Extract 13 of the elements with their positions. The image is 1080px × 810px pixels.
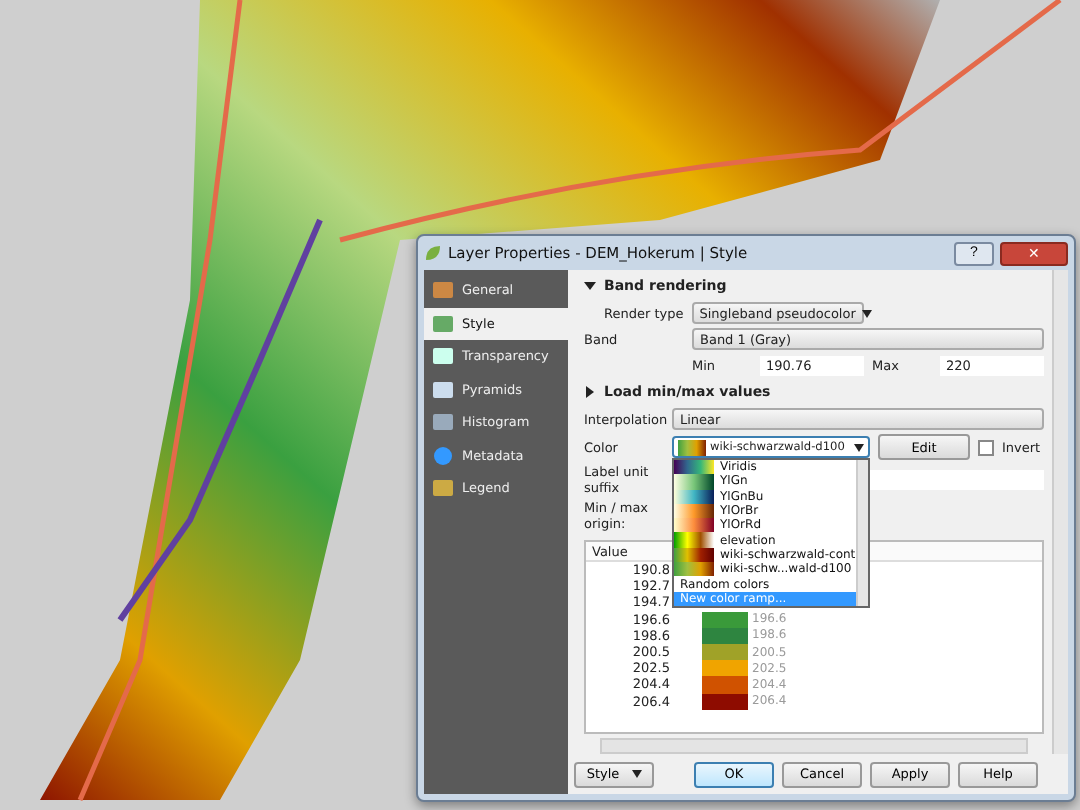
color-swatch[interactable] [702, 676, 748, 693]
color-swatch[interactable] [702, 611, 748, 628]
collapse-arrow-icon[interactable] [584, 280, 596, 292]
color-swatch[interactable] [702, 660, 748, 677]
scrollbar[interactable] [1052, 270, 1068, 754]
expand-arrow-icon[interactable] [584, 386, 596, 398]
scrollbar[interactable] [600, 738, 1028, 754]
caret-icon [861, 309, 872, 317]
caret-icon [854, 443, 864, 451]
invert-checkbox[interactable] [978, 439, 994, 455]
leaf-icon [424, 244, 442, 262]
caret-icon [631, 770, 642, 778]
scrollbar[interactable] [855, 460, 868, 606]
